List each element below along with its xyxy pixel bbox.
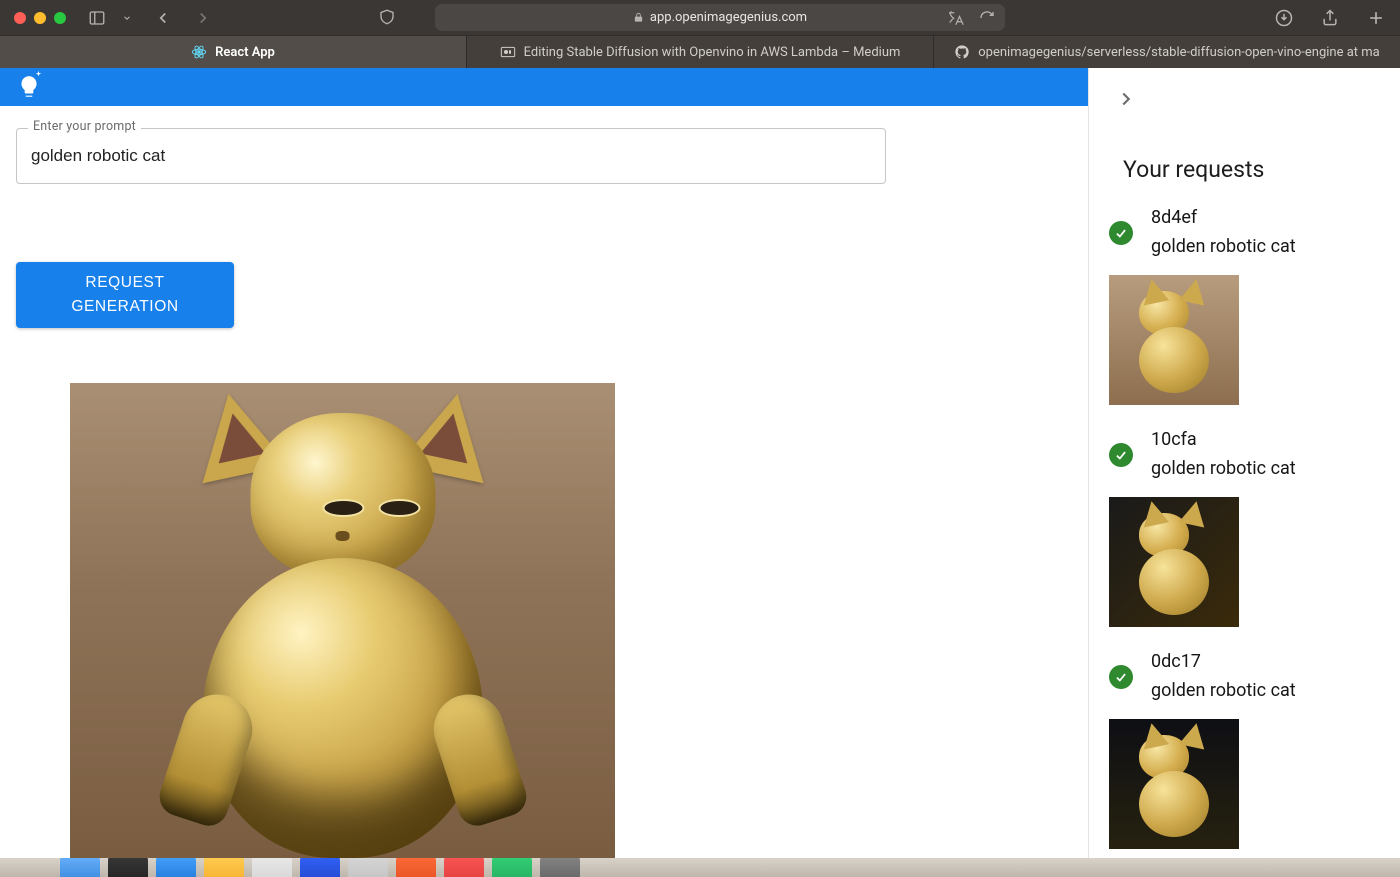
- downloads-icon[interactable]: [1274, 8, 1294, 28]
- tab-label: React App: [215, 45, 275, 60]
- tab-react-app[interactable]: React App: [0, 36, 467, 68]
- request-item[interactable]: 8d4ef golden robotic cat: [1109, 193, 1400, 415]
- request-thumbnail[interactable]: [1109, 275, 1239, 405]
- react-icon: [191, 44, 207, 60]
- nav-forward-icon[interactable]: [194, 9, 212, 27]
- sidebar-header: [1089, 68, 1400, 130]
- status-success-icon: [1109, 665, 1133, 689]
- translate-icon[interactable]: [945, 9, 965, 27]
- sidebar-toggle-icon[interactable]: [88, 9, 106, 27]
- address-bar[interactable]: app.openimagegenius.com: [435, 4, 1005, 31]
- status-success-icon: [1109, 221, 1133, 245]
- minimize-window[interactable]: [34, 12, 46, 24]
- chevron-down-icon[interactable]: [122, 9, 132, 27]
- browser-toolbar: app.openimagegenius.com: [0, 0, 1400, 35]
- lightbulb-logo-icon: [16, 74, 42, 100]
- request-thumbnail[interactable]: [1109, 719, 1239, 849]
- maximize-window[interactable]: [54, 12, 66, 24]
- status-success-icon: [1109, 443, 1133, 467]
- app-header: [0, 68, 1088, 106]
- result-area: [16, 328, 1072, 858]
- shield-icon[interactable]: [378, 8, 396, 26]
- content-area: Enter your prompt REQUESTGENERATION: [0, 106, 1088, 858]
- request-id: 10cfa: [1151, 429, 1296, 450]
- request-prompt: golden robotic cat: [1151, 458, 1296, 479]
- request-item[interactable]: 10cfa golden robotic cat: [1109, 415, 1400, 637]
- request-thumbnail[interactable]: [1109, 497, 1239, 627]
- reload-icon[interactable]: [979, 9, 995, 27]
- nav-back-icon[interactable]: [154, 9, 172, 27]
- generated-image[interactable]: [70, 383, 615, 858]
- sidebar-title: Your requests: [1089, 130, 1400, 193]
- golden-cat-illustration: [153, 393, 533, 853]
- tab-medium-article[interactable]: Editing Stable Diffusion with Openvino i…: [467, 36, 934, 68]
- app-root: Enter your prompt REQUESTGENERATION: [0, 68, 1400, 858]
- tab-label: openimagegenius/serverless/stable-diffus…: [978, 45, 1379, 60]
- collapse-sidebar-icon[interactable]: [1115, 88, 1137, 110]
- browser-tabstrip: React App Editing Stable Diffusion with …: [0, 35, 1400, 68]
- prompt-field: Enter your prompt: [16, 128, 886, 184]
- request-prompt: golden robotic cat: [1151, 236, 1296, 257]
- main-pane: Enter your prompt REQUESTGENERATION: [0, 68, 1088, 858]
- prompt-label: Enter your prompt: [28, 119, 141, 134]
- request-item[interactable]: 0dc17 golden robotic cat: [1109, 637, 1400, 858]
- request-prompt: golden robotic cat: [1151, 680, 1296, 701]
- tab-label: Editing Stable Diffusion with Openvino i…: [524, 45, 901, 60]
- request-generation-button[interactable]: REQUESTGENERATION: [16, 262, 234, 328]
- requests-list: 8d4ef golden robotic cat 10cfa golden ro…: [1089, 193, 1400, 858]
- tab-github-repo[interactable]: openimagegenius/serverless/stable-diffus…: [934, 36, 1400, 68]
- new-tab-icon[interactable]: [1366, 8, 1386, 28]
- lock-icon: [633, 12, 644, 23]
- window-controls: [14, 12, 66, 24]
- address-url: app.openimagegenius.com: [650, 10, 807, 25]
- requests-sidebar: Your requests 8d4ef golden robotic cat: [1088, 68, 1400, 858]
- request-id: 8d4ef: [1151, 207, 1296, 228]
- share-icon[interactable]: [1320, 8, 1340, 28]
- github-icon: [954, 44, 970, 60]
- request-id: 0dc17: [1151, 651, 1296, 672]
- prompt-input[interactable]: [16, 128, 886, 184]
- close-window[interactable]: [14, 12, 26, 24]
- macos-dock-sliver: [0, 858, 1400, 877]
- medium-icon: [500, 44, 516, 60]
